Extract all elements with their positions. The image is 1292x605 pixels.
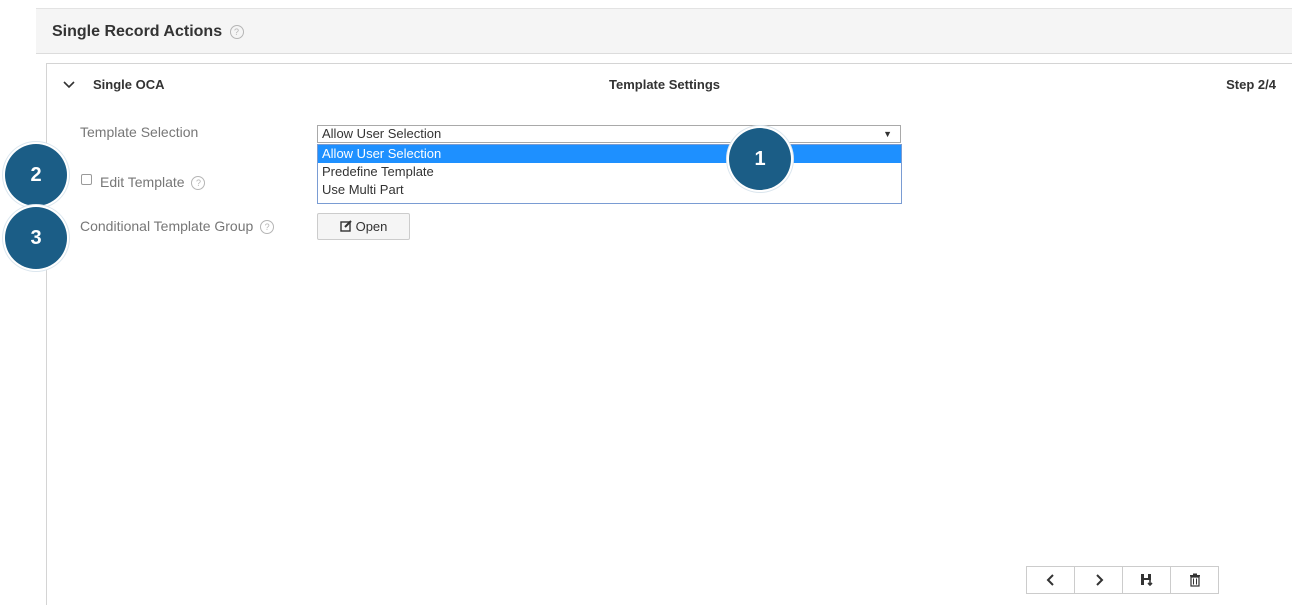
help-icon[interactable]: ?	[229, 24, 244, 39]
edit-template-label-text: Edit Template	[100, 174, 185, 190]
help-icon[interactable]: ?	[260, 220, 275, 235]
conditional-template-group-text: Conditional Template Group	[80, 218, 254, 234]
option-predefine-template[interactable]: Predefine Template	[318, 163, 901, 181]
panel-title: Single OCA	[93, 77, 165, 92]
page-title: Single Record Actions ?	[52, 23, 244, 41]
option-allow-user-selection[interactable]: Allow User Selection	[318, 145, 901, 163]
chevron-right-icon	[1094, 572, 1104, 588]
edit-template-checkbox[interactable]	[81, 174, 92, 185]
trash-icon	[1189, 572, 1201, 588]
save-button[interactable]	[1122, 566, 1171, 594]
chevron-left-icon	[1046, 572, 1056, 588]
next-button[interactable]	[1074, 566, 1123, 594]
callout-badge-1: 1	[729, 128, 791, 190]
dropdown-arrow-icon: ▼	[883, 129, 892, 139]
delete-button[interactable]	[1170, 566, 1219, 594]
option-use-multi-part[interactable]: Use Multi Part	[318, 181, 901, 199]
template-selection-select[interactable]: Allow User Selection ▼	[317, 125, 901, 143]
navigation-buttons	[1026, 566, 1219, 594]
chevron-down-icon[interactable]	[63, 78, 75, 92]
callout-badge-3: 3	[5, 207, 67, 269]
save-icon	[1140, 572, 1154, 588]
template-selection-label: Template Selection	[80, 124, 199, 140]
page-title-text: Single Record Actions	[52, 23, 223, 40]
template-selection-dropdown: Allow User Selection Predefine Template …	[317, 144, 902, 204]
section-header: Single Record Actions ?	[36, 8, 1292, 54]
help-icon[interactable]: ?	[191, 176, 206, 191]
template-selection-value: Allow User Selection	[322, 126, 442, 141]
panel-header[interactable]: Single OCA Template Settings Step 2/4	[47, 64, 1292, 104]
open-button-label: Open	[355, 219, 388, 234]
open-button[interactable]: Open	[317, 213, 410, 240]
edit-template-label: Edit Template ?	[100, 174, 206, 191]
previous-button[interactable]	[1026, 566, 1075, 594]
panel-center-title: Template Settings	[609, 77, 721, 92]
edit-icon	[339, 214, 352, 239]
callout-badge-2: 2	[5, 144, 67, 206]
conditional-template-group-label: Conditional Template Group ?	[80, 218, 275, 235]
step-indicator: Step 2/4	[1226, 77, 1276, 92]
